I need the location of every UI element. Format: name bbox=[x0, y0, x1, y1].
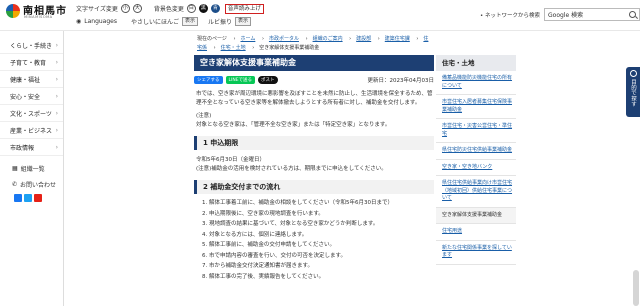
bg-blue-button[interactable]: 青 bbox=[210, 4, 220, 13]
list-item: 7. 市から補助金交付決定通知書が届きます。 bbox=[202, 263, 313, 269]
purpose-search-button[interactable]: 目的で探す bbox=[626, 67, 640, 117]
breadcrumb-link[interactable]: 建設部 bbox=[356, 36, 371, 42]
nav-item-kosodate[interactable]: 子育て・教育 › bbox=[0, 54, 63, 71]
related-link[interactable]: 市営住宅入居者募集住宅保険事業補助金 bbox=[436, 95, 516, 119]
facebook-share-button[interactable]: シェアする bbox=[194, 76, 223, 84]
breadcrumb-link[interactable]: 住宅・土地 bbox=[221, 45, 246, 51]
breadcrumb-current: 空き家解体支援事業補助金 bbox=[259, 45, 320, 51]
breadcrumb-link[interactable]: 建築住宅課 bbox=[385, 36, 410, 42]
nav-item-kurashi[interactable]: くらし・手続き › bbox=[0, 37, 63, 54]
share-bar: シェアする LINEで送る ポスト 更新日：2023年04月03日 bbox=[194, 76, 434, 84]
nav-item-shisei[interactable]: 市政情報 › bbox=[0, 139, 63, 156]
x-twitter-icon[interactable] bbox=[24, 194, 32, 202]
related-link[interactable]: 県住宅防災住宅供給事業補助金 bbox=[436, 143, 516, 160]
nav-item-anshin[interactable]: 安心・安全 › bbox=[0, 88, 63, 105]
font-large-button[interactable]: 大 bbox=[132, 4, 142, 13]
section-flow-heading: 2 補助金交付までの流れ bbox=[194, 180, 434, 194]
breadcrumb: 現在のページ › ホーム › 市政ポータル › 組織のご案内 › 建設部 › 建… bbox=[197, 36, 429, 51]
nav-item-sangyo[interactable]: 産業・ビジネス › bbox=[0, 122, 63, 139]
font-small-button[interactable]: 小 bbox=[120, 4, 130, 13]
contact-link[interactable]: ✆ お問い合わせ bbox=[0, 176, 63, 192]
scrollbar-thumb[interactable] bbox=[633, 270, 639, 306]
related-links: 住宅・土地 備蓄品機能防災機能住宅の所有について 市営住宅入居者募集住宅保険事業… bbox=[436, 55, 516, 265]
languages-link[interactable]: Languages bbox=[84, 18, 117, 25]
related-heading: 住宅・土地 bbox=[436, 55, 516, 71]
phone-icon: ✆ bbox=[12, 180, 18, 188]
bg-black-button[interactable]: 黒 bbox=[198, 4, 208, 13]
chevron-right-icon: › bbox=[55, 109, 58, 117]
note-text: 対象となる空き家は、「管理不全な空き家」または「特定空き家」となります。 bbox=[196, 122, 391, 128]
search-brand: Google 検索 bbox=[548, 12, 584, 19]
youtube-icon[interactable] bbox=[34, 194, 42, 202]
note-label: (注意) bbox=[196, 113, 212, 119]
network-search-label: • ネットワークから検索 bbox=[480, 12, 541, 19]
breadcrumb-link[interactable]: ホーム bbox=[241, 36, 256, 42]
deadline-note: (注意)補助金の活用を検討されている方は、期限までに申込をしてください。 bbox=[196, 166, 387, 172]
chevron-right-icon: › bbox=[55, 41, 58, 49]
list-item: 2. 申込期限後に、空き家の現地調査を行います。 bbox=[202, 210, 324, 217]
chevron-right-icon: › bbox=[55, 58, 58, 66]
bg-color-label: 背景色変更 bbox=[153, 6, 184, 13]
site-header: 南相馬市 MINAMISOMA 文字サイズ変更 小 大 背景色変更 白 黒 青 … bbox=[0, 0, 640, 31]
voice-readout-button[interactable]: 音声読み上げ bbox=[224, 3, 264, 14]
breadcrumb-link[interactable]: 市政ポータル bbox=[269, 36, 299, 42]
related-link[interactable]: 住宅用途 bbox=[436, 224, 516, 241]
site-search: • ネットワークから検索 Google 検索 bbox=[480, 8, 640, 21]
line-share-button[interactable]: LINEで送る bbox=[225, 76, 256, 84]
related-link[interactable]: 県住住宅供給事業向け市営住宅（地域初回）供給住宅事業について bbox=[436, 176, 516, 208]
search-icon[interactable] bbox=[629, 11, 636, 18]
easy-japanese-label: やさしいにほんご bbox=[131, 19, 180, 26]
search-input[interactable]: Google 検索 bbox=[544, 8, 640, 21]
global-nav: くらし・手続き › 子育て・教育 › 健康・福祉 › 安心・安全 › 文化・スポーツ › … bbox=[0, 31, 64, 306]
list-item: 4. 対象となる方には、個別に連絡します。 bbox=[202, 231, 308, 238]
nav-item-kenko[interactable]: 健康・福祉 › bbox=[0, 71, 63, 88]
org-chart-icon: ▦ bbox=[12, 164, 18, 172]
breadcrumb-link[interactable]: 組織のご案内 bbox=[313, 36, 343, 42]
related-link[interactable]: 新たな住宅関係事業を探しています bbox=[436, 241, 516, 265]
chevron-right-icon: › bbox=[55, 75, 58, 83]
breadcrumb-current-label: 現在のページ bbox=[197, 36, 227, 42]
x-post-button[interactable]: ポスト bbox=[258, 76, 278, 84]
deadline-date: 令和5年6月30日（金曜日） bbox=[196, 157, 265, 163]
page-title: 空き家解体支援事業補助金 bbox=[194, 55, 434, 71]
bg-white-button[interactable]: 白 bbox=[186, 4, 196, 13]
accessibility-tools: 文字サイズ変更 小 大 背景色変更 白 黒 青 音声読み上げ ◉ Languag… bbox=[76, 3, 264, 29]
globe-icon: ◉ bbox=[76, 18, 82, 25]
ruby-show-button[interactable]: 表示 bbox=[235, 17, 252, 26]
org-list-link[interactable]: ▦ 組織一覧 bbox=[0, 160, 63, 176]
ruby-label: ルビ振り bbox=[208, 19, 233, 26]
list-item: 3. 現地調査の結果に基づいて、対象となる空き家かどうか判断します。 bbox=[202, 221, 379, 227]
flow-steps: 1. 解体工事着工前に、補助金の相談をしてください（令和5年6月30日まで） 2… bbox=[194, 198, 434, 282]
updated-date: 更新日：2023年04月03日 bbox=[367, 78, 435, 84]
social-links bbox=[0, 194, 63, 202]
related-link-current: 空き家解体支援事業補助金 bbox=[436, 207, 516, 224]
search-icon bbox=[629, 70, 637, 77]
nav-item-bunka[interactable]: 文化・スポーツ › bbox=[0, 105, 63, 122]
list-item: 1. 解体工事着工前に、補助金の相談をしてください（令和5年6月30日まで） bbox=[202, 200, 394, 206]
logo-mark-icon bbox=[6, 4, 20, 18]
main-content: 空き家解体支援事業補助金 シェアする LINEで送る ポスト 更新日：2023年… bbox=[194, 55, 434, 282]
chevron-right-icon: › bbox=[55, 126, 58, 134]
section-deadline-heading: 1 申込期限 bbox=[194, 136, 434, 150]
related-link[interactable]: 備蓄品機能防災機能住宅の所有について bbox=[436, 71, 516, 95]
related-link[interactable]: 市営住宅・災害公営住宅・準住宅 bbox=[436, 119, 516, 143]
list-item: 8. 解体工事の完了後、実績報告をしてください。 bbox=[202, 273, 325, 280]
intro-text: 市では、空き家が周辺環境に悪影響を及ぼすことを未然に防止し、生活環境を保全するた… bbox=[196, 91, 433, 106]
chevron-right-icon: › bbox=[55, 92, 58, 100]
chevron-right-icon: › bbox=[55, 143, 58, 151]
list-item: 6. 市で申請内容の審査を行い、交付の可否を決定します。 bbox=[202, 252, 346, 259]
list-item: 5. 解体工事前に、補助金の交付申請をしてください。 bbox=[202, 242, 336, 248]
related-link[interactable]: 空き家・空き地バンク bbox=[436, 160, 516, 176]
logo-subtext: MINAMISOMA bbox=[24, 15, 53, 19]
facebook-icon[interactable] bbox=[14, 194, 22, 202]
font-size-label: 文字サイズ変更 bbox=[76, 6, 118, 13]
easy-japanese-show-button[interactable]: 表示 bbox=[182, 17, 199, 26]
